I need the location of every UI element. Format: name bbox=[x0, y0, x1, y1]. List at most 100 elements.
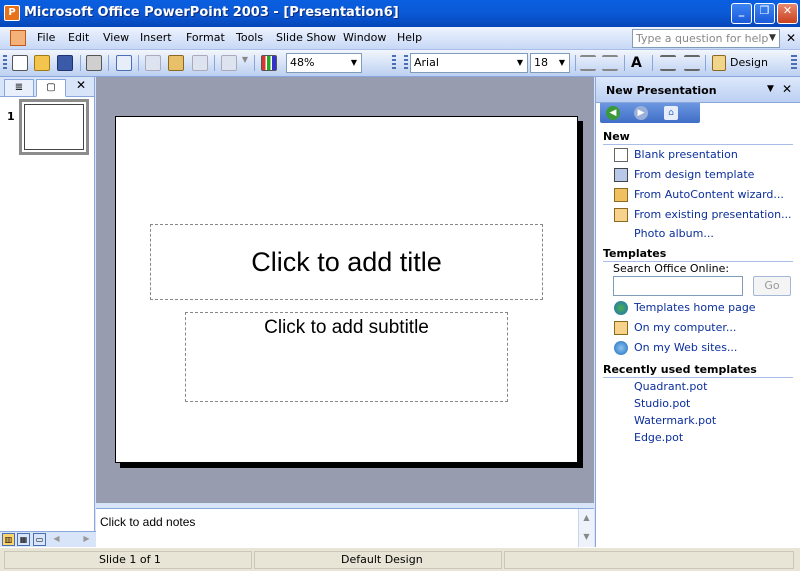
toolbar-grip-icon[interactable] bbox=[404, 55, 408, 71]
chevron-down-icon[interactable]: ▼ bbox=[767, 84, 774, 94]
chevron-down-icon[interactable]: ▼ bbox=[347, 54, 361, 72]
toolbar-grip-icon[interactable] bbox=[3, 55, 7, 71]
spelling-icon[interactable] bbox=[116, 55, 132, 71]
pane-tabs: ≣ ▢ ✕ bbox=[0, 77, 94, 97]
minimize-button[interactable]: _ bbox=[731, 3, 752, 24]
scroll-down-icon[interactable]: ▼ bbox=[579, 532, 594, 541]
section-recently-used: Recently used templates bbox=[603, 363, 793, 378]
new-icon[interactable] bbox=[12, 55, 28, 71]
menu-slide-show[interactable]: Slide Show bbox=[276, 31, 336, 44]
slide-thumbnail[interactable] bbox=[19, 99, 89, 155]
search-office-online-label: Search Office Online: bbox=[613, 262, 730, 275]
close-task-pane-icon[interactable]: ✕ bbox=[782, 82, 792, 96]
toolbar-separator bbox=[575, 55, 576, 71]
subtitle-placeholder[interactable]: Click to add subtitle bbox=[185, 312, 508, 402]
design-button[interactable]: Design bbox=[730, 56, 768, 69]
close-document-button[interactable]: ✕ bbox=[786, 31, 796, 45]
notes-pane[interactable]: Click to add notes ▲ ▼ bbox=[96, 508, 594, 548]
toolbar-grip-icon[interactable] bbox=[392, 55, 396, 71]
design-icon[interactable] bbox=[712, 55, 726, 71]
window-title: Microsoft Office PowerPoint 2003 - [Pres… bbox=[24, 5, 399, 20]
menu-view[interactable]: View bbox=[103, 31, 129, 44]
task-pane-header: New Presentation ▼ ✕ bbox=[596, 77, 800, 103]
slide-number: 1 bbox=[7, 110, 15, 123]
link-recent-template[interactable]: Studio.pot bbox=[634, 397, 690, 410]
scroll-right-icon[interactable]: ▶ bbox=[80, 533, 93, 546]
close-button[interactable]: ✕ bbox=[777, 3, 798, 24]
task-pane-title: New Presentation bbox=[606, 84, 717, 97]
web-sites-icon bbox=[614, 341, 628, 355]
forward-icon[interactable]: ▶ bbox=[634, 106, 648, 120]
undo-icon[interactable] bbox=[221, 55, 237, 71]
decrease-indent-icon[interactable] bbox=[660, 55, 676, 71]
menu-insert[interactable]: Insert bbox=[140, 31, 172, 44]
normal-view-icon[interactable]: ▥ bbox=[2, 533, 15, 546]
link-recent-template[interactable]: Edge.pot bbox=[634, 431, 683, 444]
menu-window[interactable]: Window bbox=[343, 31, 386, 44]
slide-canvas[interactable]: Click to add title Click to add subtitle bbox=[115, 116, 578, 463]
blank-doc-icon bbox=[614, 148, 628, 162]
format-painter-icon[interactable] bbox=[192, 55, 208, 71]
help-dropdown-icon[interactable]: ▼ bbox=[766, 30, 779, 47]
undo-dropdown-icon[interactable]: ▼ bbox=[240, 55, 250, 71]
link-on-my-web-sites[interactable]: On my Web sites... bbox=[634, 341, 737, 354]
link-autocontent-wizard[interactable]: From AutoContent wizard... bbox=[634, 188, 784, 201]
notes-scrollbar[interactable]: ▲ ▼ bbox=[578, 509, 594, 548]
status-language bbox=[504, 551, 794, 569]
slide-sorter-view-icon[interactable]: ▦ bbox=[17, 533, 30, 546]
link-from-design-template[interactable]: From design template bbox=[634, 168, 754, 181]
link-blank-presentation[interactable]: Blank presentation bbox=[634, 148, 738, 161]
chevron-down-icon[interactable]: ▼ bbox=[513, 54, 527, 72]
link-templates-home-page[interactable]: Templates home page bbox=[634, 301, 756, 314]
close-pane-icon[interactable]: ✕ bbox=[76, 78, 86, 92]
toolbar-separator bbox=[652, 55, 653, 71]
menu-bar: File Edit View Insert Format Tools Slide… bbox=[0, 27, 800, 50]
font-select[interactable]: Arial ▼ bbox=[410, 53, 528, 73]
link-photo-album[interactable]: Photo album... bbox=[634, 227, 714, 240]
tab-slides[interactable]: ▢ bbox=[36, 79, 66, 97]
go-button[interactable]: Go bbox=[753, 276, 791, 296]
section-templates: Templates bbox=[603, 247, 793, 262]
insert-chart-icon[interactable] bbox=[261, 55, 277, 71]
scroll-left-icon[interactable]: ◀ bbox=[50, 533, 63, 546]
back-icon[interactable]: ◀ bbox=[606, 106, 620, 120]
zoom-select[interactable]: 48% ▼ bbox=[286, 53, 362, 73]
print-icon[interactable] bbox=[86, 55, 102, 71]
autocontent-icon bbox=[614, 188, 628, 202]
menu-help[interactable]: Help bbox=[397, 31, 422, 44]
increase-indent-icon[interactable] bbox=[684, 55, 700, 71]
toolbar-options-icon[interactable] bbox=[791, 55, 797, 71]
home-icon[interactable]: ⌂ bbox=[664, 106, 678, 120]
menu-edit[interactable]: Edit bbox=[68, 31, 89, 44]
link-recent-template[interactable]: Quadrant.pot bbox=[634, 380, 707, 393]
chevron-down-icon[interactable]: ▼ bbox=[555, 54, 569, 72]
save-icon[interactable] bbox=[57, 55, 73, 71]
open-icon[interactable] bbox=[34, 55, 50, 71]
maximize-button[interactable]: ❐ bbox=[754, 3, 775, 24]
notes-placeholder[interactable]: Click to add notes bbox=[100, 515, 195, 529]
menu-tools[interactable]: Tools bbox=[236, 31, 263, 44]
toolbar-separator bbox=[705, 55, 706, 71]
increase-font-size-icon[interactable]: A bbox=[631, 55, 647, 71]
font-size-select[interactable]: 18 ▼ bbox=[530, 53, 570, 73]
link-existing-presentation[interactable]: From existing presentation... bbox=[634, 208, 792, 221]
scroll-up-icon[interactable]: ▲ bbox=[579, 513, 594, 522]
powerpoint-app-icon[interactable]: P bbox=[4, 5, 20, 21]
font-value: Arial bbox=[414, 56, 439, 69]
help-search-input[interactable]: Type a question for help bbox=[632, 29, 780, 48]
title-placeholder[interactable]: Click to add title bbox=[150, 224, 543, 300]
menu-format[interactable]: Format bbox=[186, 31, 225, 44]
tab-outline[interactable]: ≣ bbox=[4, 79, 34, 97]
copy-icon[interactable] bbox=[145, 55, 161, 71]
link-recent-template[interactable]: Watermark.pot bbox=[634, 414, 716, 427]
slide-show-view-icon[interactable]: ▭ bbox=[33, 533, 46, 546]
paste-icon[interactable] bbox=[168, 55, 184, 71]
document-icon[interactable] bbox=[10, 30, 26, 46]
title-bar: P Microsoft Office PowerPoint 2003 - [Pr… bbox=[0, 0, 800, 27]
template-search-input[interactable] bbox=[613, 276, 743, 296]
slide-editing-area: Click to add title Click to add subtitle bbox=[96, 77, 594, 503]
menu-file[interactable]: File bbox=[37, 31, 55, 44]
link-on-my-computer[interactable]: On my computer... bbox=[634, 321, 736, 334]
bullets-icon[interactable] bbox=[602, 55, 618, 71]
numbering-icon[interactable] bbox=[580, 55, 596, 71]
